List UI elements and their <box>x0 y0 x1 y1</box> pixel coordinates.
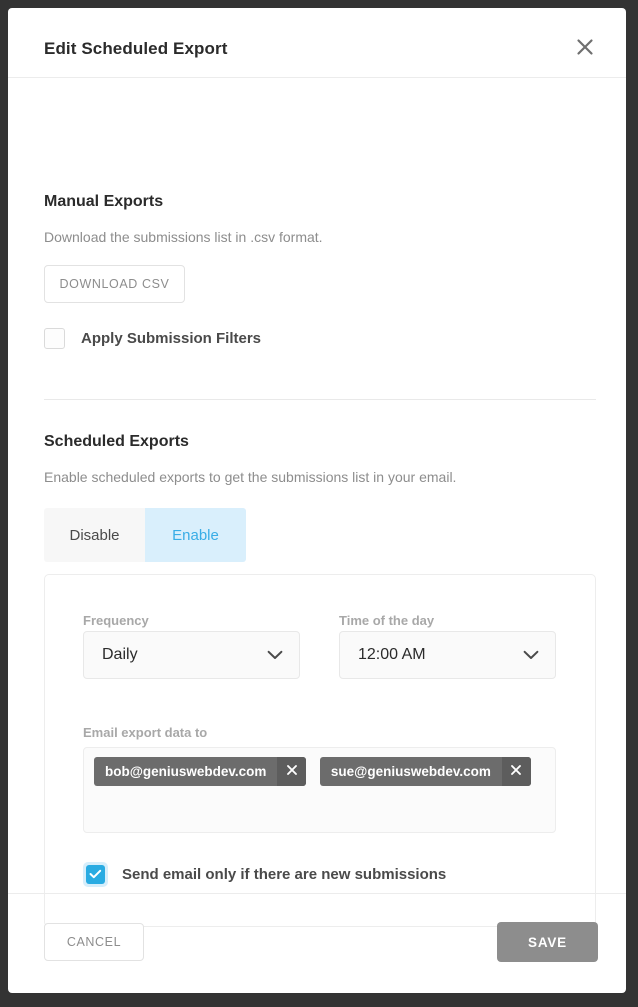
page-title: Edit Scheduled Export <box>44 39 228 58</box>
disable-toggle-button[interactable]: Disable <box>44 508 145 562</box>
schedule-settings-card: Frequency Daily Time of the day 12:00 AM <box>44 574 596 927</box>
new-submissions-only-checkbox[interactable] <box>83 862 108 887</box>
edit-scheduled-export-dialog: Edit Scheduled Export Manual Exports Dow… <box>8 8 626 993</box>
download-csv-button[interactable]: DOWNLOAD CSV <box>44 265 185 303</box>
email-recipients-label: Email export data to <box>83 725 208 740</box>
scheduled-exports-heading: Scheduled Exports <box>44 433 189 450</box>
email-recipients-input[interactable]: bob@geniuswebdev.com sue@geniuswebdev.co… <box>83 747 556 833</box>
new-submissions-only-row[interactable]: Send email only if there are new submiss… <box>83 862 446 887</box>
check-icon <box>89 866 102 884</box>
time-of-day-value: 12:00 AM <box>358 646 426 663</box>
enable-toggle-button[interactable]: Enable <box>145 508 246 562</box>
apply-submission-filters-row[interactable]: Apply Submission Filters <box>44 328 261 349</box>
dialog-header: Edit Scheduled Export <box>8 8 626 78</box>
save-button[interactable]: SAVE <box>497 922 598 962</box>
scheduled-exports-description: Enable scheduled exports to get the subm… <box>44 469 457 485</box>
close-icon <box>510 763 522 781</box>
frequency-value: Daily <box>102 646 138 663</box>
dialog-footer: CANCEL SAVE <box>8 893 626 993</box>
cancel-button[interactable]: CANCEL <box>44 923 144 961</box>
time-of-day-select[interactable]: 12:00 AM <box>339 631 556 679</box>
scheduled-exports-toggle: Disable Enable <box>44 508 246 562</box>
frequency-label: Frequency <box>83 613 149 628</box>
chevron-down-icon <box>523 650 539 660</box>
manual-exports-heading: Manual Exports <box>44 193 164 210</box>
section-divider <box>44 399 596 400</box>
checkbox-fill <box>86 865 105 884</box>
manual-exports-description: Download the submissions list in .csv fo… <box>44 229 323 245</box>
email-tag: bob@geniuswebdev.com <box>94 757 307 786</box>
frequency-select[interactable]: Daily <box>83 631 300 679</box>
email-tag-label: bob@geniuswebdev.com <box>105 764 267 779</box>
email-tag-label: sue@geniuswebdev.com <box>330 764 491 779</box>
chevron-down-icon <box>267 650 283 660</box>
apply-submission-filters-label: Apply Submission Filters <box>81 330 262 347</box>
time-of-day-label: Time of the day <box>339 613 435 628</box>
apply-submission-filters-checkbox[interactable] <box>44 328 65 349</box>
close-icon <box>576 38 594 56</box>
close-icon <box>286 763 298 781</box>
remove-email-tag-button[interactable] <box>501 757 531 786</box>
remove-email-tag-button[interactable] <box>277 757 307 786</box>
email-tag: sue@geniuswebdev.com <box>319 757 531 786</box>
new-submissions-only-label: Send email only if there are new submiss… <box>122 866 447 883</box>
close-button[interactable] <box>572 34 598 60</box>
